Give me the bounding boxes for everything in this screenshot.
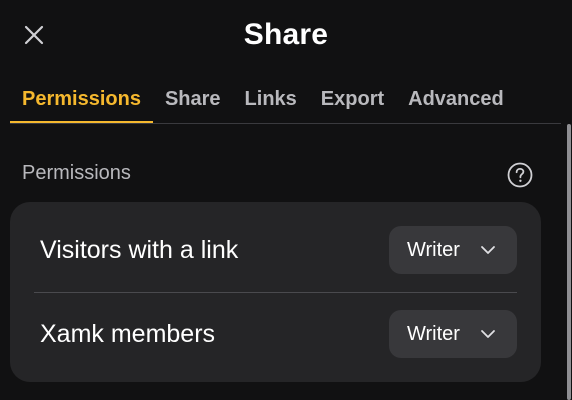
help-button[interactable] <box>507 162 533 188</box>
role-select-members[interactable]: Writer <box>389 310 517 358</box>
tab-export[interactable]: Export <box>309 74 396 124</box>
scrollbar[interactable] <box>566 124 572 400</box>
tab-label: Permissions <box>22 87 141 110</box>
chevron-down-icon <box>481 246 495 254</box>
role-select-visitors[interactable]: Writer <box>389 226 517 274</box>
tab-label: Share <box>164 87 221 110</box>
permission-row-visitors: Visitors with a link Writer <box>10 208 541 292</box>
permissions-heading: Permissions <box>22 162 131 184</box>
help-circle-icon <box>507 162 533 188</box>
tab-links[interactable]: Links <box>233 74 309 124</box>
role-value: Writer <box>407 322 460 345</box>
tab-divider <box>10 123 561 124</box>
permission-row-members: Xamk members Writer <box>10 292 541 376</box>
permission-label: Xamk members <box>40 319 216 348</box>
permission-label: Visitors with a link <box>40 235 239 264</box>
tab-label: Links <box>244 87 297 110</box>
permissions-card: Visitors with a link Writer Xamk members… <box>10 202 541 382</box>
dialog-title: Share <box>243 18 329 51</box>
tab-bar: Permissions Share Links Export Advanced <box>10 74 516 124</box>
scrollbar-thumb[interactable] <box>567 124 571 400</box>
chevron-down-icon <box>481 330 495 338</box>
tab-label: Export <box>320 87 385 110</box>
tab-advanced[interactable]: Advanced <box>396 74 516 124</box>
role-value: Writer <box>407 238 460 261</box>
tab-label: Advanced <box>408 87 504 110</box>
tab-share[interactable]: Share <box>153 74 233 124</box>
tab-permissions[interactable]: Permissions <box>10 74 153 124</box>
share-dialog: Share Permissions Share Links Export Adv… <box>0 0 572 400</box>
